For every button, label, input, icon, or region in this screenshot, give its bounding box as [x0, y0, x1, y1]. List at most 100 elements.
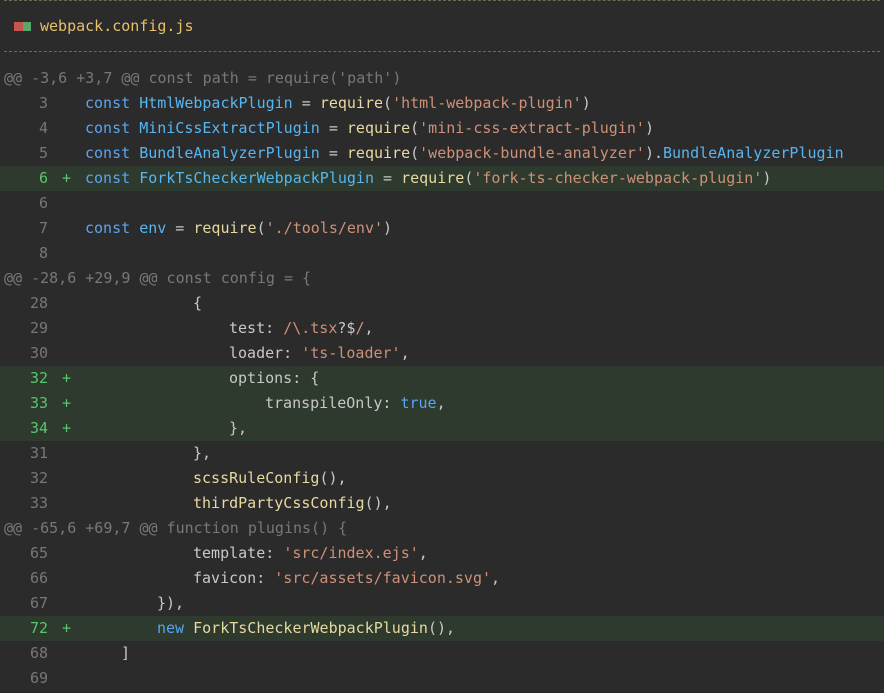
context-line[interactable]: 31}, [0, 441, 884, 466]
code-token: 'src/assets/favicon.svg' [274, 569, 492, 587]
added-line[interactable]: 6 + const ForkTsCheckerWebpackPlugin = req… [0, 166, 884, 191]
line-number: 4 [38, 119, 48, 137]
context-line[interactable]: 6 [0, 191, 884, 216]
change-marker [48, 191, 85, 216]
context-line[interactable]: 67}), [0, 591, 884, 616]
diff-view[interactable]: @@ -3,6 +3,7 @@ const path = require('pa… [0, 66, 884, 691]
change-marker [48, 566, 85, 591]
line-number: 3 [38, 94, 48, 112]
code-token: 'fork-ts-checker-webpack-plugin' [473, 169, 763, 187]
context-line[interactable]: 68] [0, 641, 884, 666]
line-number: 69 [29, 669, 48, 687]
change-marker [48, 141, 85, 166]
code-token: const [85, 94, 140, 112]
code-token: 'html-webpack-plugin' [392, 94, 582, 112]
context-line[interactable]: 8 [0, 241, 884, 266]
code-token: require [401, 169, 465, 187]
code-token: , [400, 344, 410, 362]
code-token: ) [644, 119, 654, 137]
hunk-header: @@ -3,6 +3,7 @@ const path = require('pa… [4, 69, 402, 87]
code-text: new ForkTsCheckerWebpackPlugin(), [85, 616, 455, 641]
context-line[interactable]: 66 favicon: 'src/assets/favicon.svg', [0, 566, 884, 591]
change-marker: + [61, 619, 72, 637]
file-header[interactable]: webpack.config.js [0, 1, 884, 51]
code-token: (), [364, 494, 392, 512]
context-line[interactable]: 5 const BundleAnalyzerPlugin = require('w… [0, 141, 884, 166]
code-token: , [418, 544, 428, 562]
line-number: 29 [29, 319, 48, 337]
code-token: const [85, 119, 140, 137]
context-line[interactable]: 4 const MiniCssExtractPlugin = require('m… [0, 116, 884, 141]
line-number: 34 [29, 419, 48, 437]
line-number: 32 [29, 369, 48, 387]
added-line[interactable]: 33 + transpileOnly: true, [0, 391, 884, 416]
code-token: true [400, 394, 437, 412]
code-token: ] [121, 644, 131, 662]
change-marker [48, 341, 85, 366]
change-marker [48, 541, 85, 566]
added-line[interactable]: 72 + new ForkTsCheckerWebpackPlugin(), [0, 616, 884, 641]
line-number: 32 [29, 469, 48, 487]
code-token: 'webpack-bundle-analyzer' [419, 144, 645, 162]
code-token: ForkTsCheckerWebpackPlugin [139, 169, 374, 187]
context-line[interactable]: 65 template: 'src/index.ejs', [0, 541, 884, 566]
context-line[interactable]: 3 const HtmlWebpackPlugin = require('html… [0, 91, 884, 116]
code-token: const [85, 219, 140, 237]
code-text: const BundleAnalyzerPlugin = require('we… [85, 141, 844, 166]
code-token: ( [410, 119, 420, 137]
code-token: , [491, 569, 501, 587]
change-marker: + [61, 419, 72, 437]
code-token: template: [193, 544, 284, 562]
context-line[interactable]: 29 test: /\.tsx?$/, [0, 316, 884, 341]
context-line[interactable]: 69 [0, 666, 884, 691]
change-marker: + [61, 369, 72, 387]
line-number: 28 [29, 294, 48, 312]
code-token: require [346, 119, 411, 137]
added-line[interactable]: 34 +}, [0, 416, 884, 441]
code-token: ) [581, 94, 591, 112]
context-line[interactable]: 28 { [0, 291, 884, 316]
change-marker [48, 241, 85, 266]
code-token: }, [229, 419, 248, 437]
code-token: ( [464, 169, 474, 187]
change-marker: + [61, 394, 72, 412]
context-line[interactable]: 32 scssRuleConfig(), [0, 466, 884, 491]
code-token: (), [427, 619, 456, 637]
code-text: const MiniCssExtractPlugin = require('mi… [85, 116, 654, 141]
code-text: }), [85, 591, 184, 616]
code-text: const ForkTsCheckerWebpackPlugin = requi… [85, 166, 771, 191]
line-number: 68 [29, 644, 48, 662]
code-token: , [364, 319, 374, 337]
code-token: = [166, 219, 194, 237]
file-name[interactable]: webpack.config.js [40, 17, 194, 35]
line-number: 6 [38, 169, 48, 187]
code-text: scssRuleConfig(), [85, 466, 347, 491]
code-text: favicon: 'src/assets/favicon.svg', [85, 566, 500, 591]
context-line[interactable]: 30 loader: 'ts-loader', [0, 341, 884, 366]
line-number: 8 [38, 244, 48, 262]
code-text: thirdPartyCssConfig(), [85, 491, 392, 516]
code-token: ( [256, 219, 266, 237]
change-marker [48, 316, 85, 341]
change-marker [48, 666, 85, 691]
context-line[interactable]: 33 thirdPartyCssConfig(), [0, 491, 884, 516]
code-token: }, [193, 444, 212, 462]
change-marker [48, 291, 85, 316]
code-text: transpileOnly: true, [85, 391, 446, 416]
code-token: = [319, 144, 347, 162]
code-text: const HtmlWebpackPlugin = require('html-… [85, 91, 591, 116]
code-text: ] [85, 641, 130, 666]
code-token: const [85, 169, 140, 187]
code-token: options: { [229, 369, 320, 387]
code-token: './tools/env' [265, 219, 384, 237]
context-line[interactable]: 7 const env = require('./tools/env') [0, 216, 884, 241]
added-line[interactable]: 32 + options: { [0, 366, 884, 391]
code-text: }, [85, 416, 247, 441]
line-number: 66 [29, 569, 48, 587]
line-number: 5 [38, 144, 48, 162]
code-token: ( [383, 94, 393, 112]
code-text: options: { [85, 366, 319, 391]
code-token: BundleAnalyzerPlugin [139, 144, 320, 162]
code-token: transpileOnly: [265, 394, 401, 412]
